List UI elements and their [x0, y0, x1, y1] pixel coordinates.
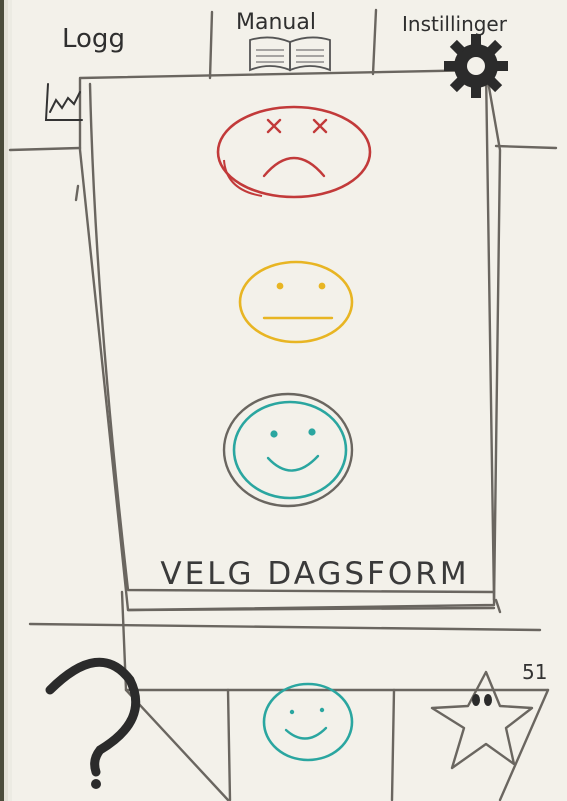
star-icon — [430, 670, 534, 770]
favorites-button[interactable] — [0, 0, 567, 801]
page-number: 51 — [522, 660, 548, 684]
